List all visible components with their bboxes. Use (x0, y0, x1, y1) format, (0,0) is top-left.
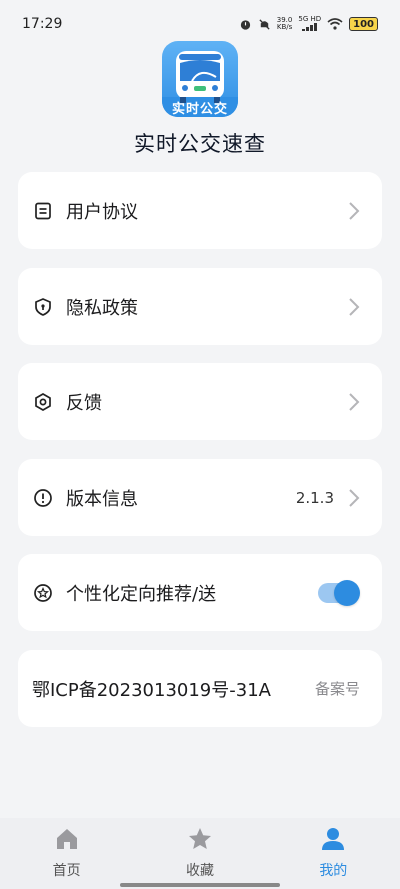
icp-record-label: 备案号 (314, 680, 360, 698)
document-icon (32, 200, 54, 222)
tab-favorites[interactable]: 收藏 (150, 826, 250, 889)
privacy-policy-item[interactable]: 隐私政策 (18, 268, 382, 345)
personalized-recommendation-toggle[interactable] (318, 579, 360, 606)
app-logo: 实时公交 (162, 41, 238, 117)
version-info-item[interactable]: 版本信息 2.1.3 (18, 459, 382, 536)
star-badge-icon (32, 582, 54, 604)
shield-lock-icon (32, 296, 54, 318)
home-icon (56, 829, 77, 849)
app-logo-text: 实时公交 (171, 102, 228, 117)
home-indicator[interactable] (120, 883, 280, 887)
personalized-recommendation-label: 个性化定向推荐/送 (66, 583, 217, 605)
version-number: 2.1.3 (295, 488, 334, 507)
status-time: 17:29 (22, 16, 63, 32)
bottom-tab-bar: 首页 收藏 我的 (0, 818, 400, 889)
personalized-recommendation-item: 个性化定向推荐/送 (18, 554, 382, 631)
feedback-item[interactable]: 反馈 (18, 363, 382, 440)
tab-mine-label: 我的 (319, 863, 348, 879)
info-alert-icon (32, 487, 54, 509)
tab-home-label: 首页 (52, 863, 81, 879)
wifi-icon (327, 18, 343, 30)
version-info-label: 版本信息 (66, 488, 138, 510)
net-speed: 39.0 KB/s (276, 16, 293, 31)
alarm-icon (240, 19, 250, 30)
user-agreement-item[interactable]: 用户协议 (18, 172, 382, 249)
star-icon (188, 828, 211, 849)
app-title: 实时公交速查 (134, 132, 266, 156)
status-icons: 39.0 KB/s 5G HD 100 (239, 15, 378, 33)
tab-mine[interactable]: 我的 (283, 826, 383, 889)
chevron-right-icon (349, 488, 360, 507)
tab-favorites-label: 收藏 (185, 863, 214, 879)
battery-indicator: 100 (349, 17, 378, 31)
mute-icon (259, 18, 270, 30)
user-agreement-label: 用户协议 (66, 201, 138, 223)
chevron-right-icon (349, 201, 360, 220)
icp-record-item: 鄂ICP备2023013019号-31A 备案号 (18, 650, 382, 727)
hexagon-icon (32, 391, 54, 413)
icp-record-number: 鄂ICP备2023013019号-31A (32, 679, 271, 701)
toggle-knob (334, 579, 360, 606)
signal-icon (301, 22, 317, 31)
privacy-policy-label: 隐私政策 (66, 297, 138, 319)
signal-indicator: 5G HD (298, 15, 321, 33)
feedback-label: 反馈 (66, 392, 102, 414)
chevron-right-icon (349, 297, 360, 316)
tab-home[interactable]: 首页 (17, 826, 117, 889)
chevron-right-icon (349, 392, 360, 411)
user-icon (322, 828, 345, 850)
